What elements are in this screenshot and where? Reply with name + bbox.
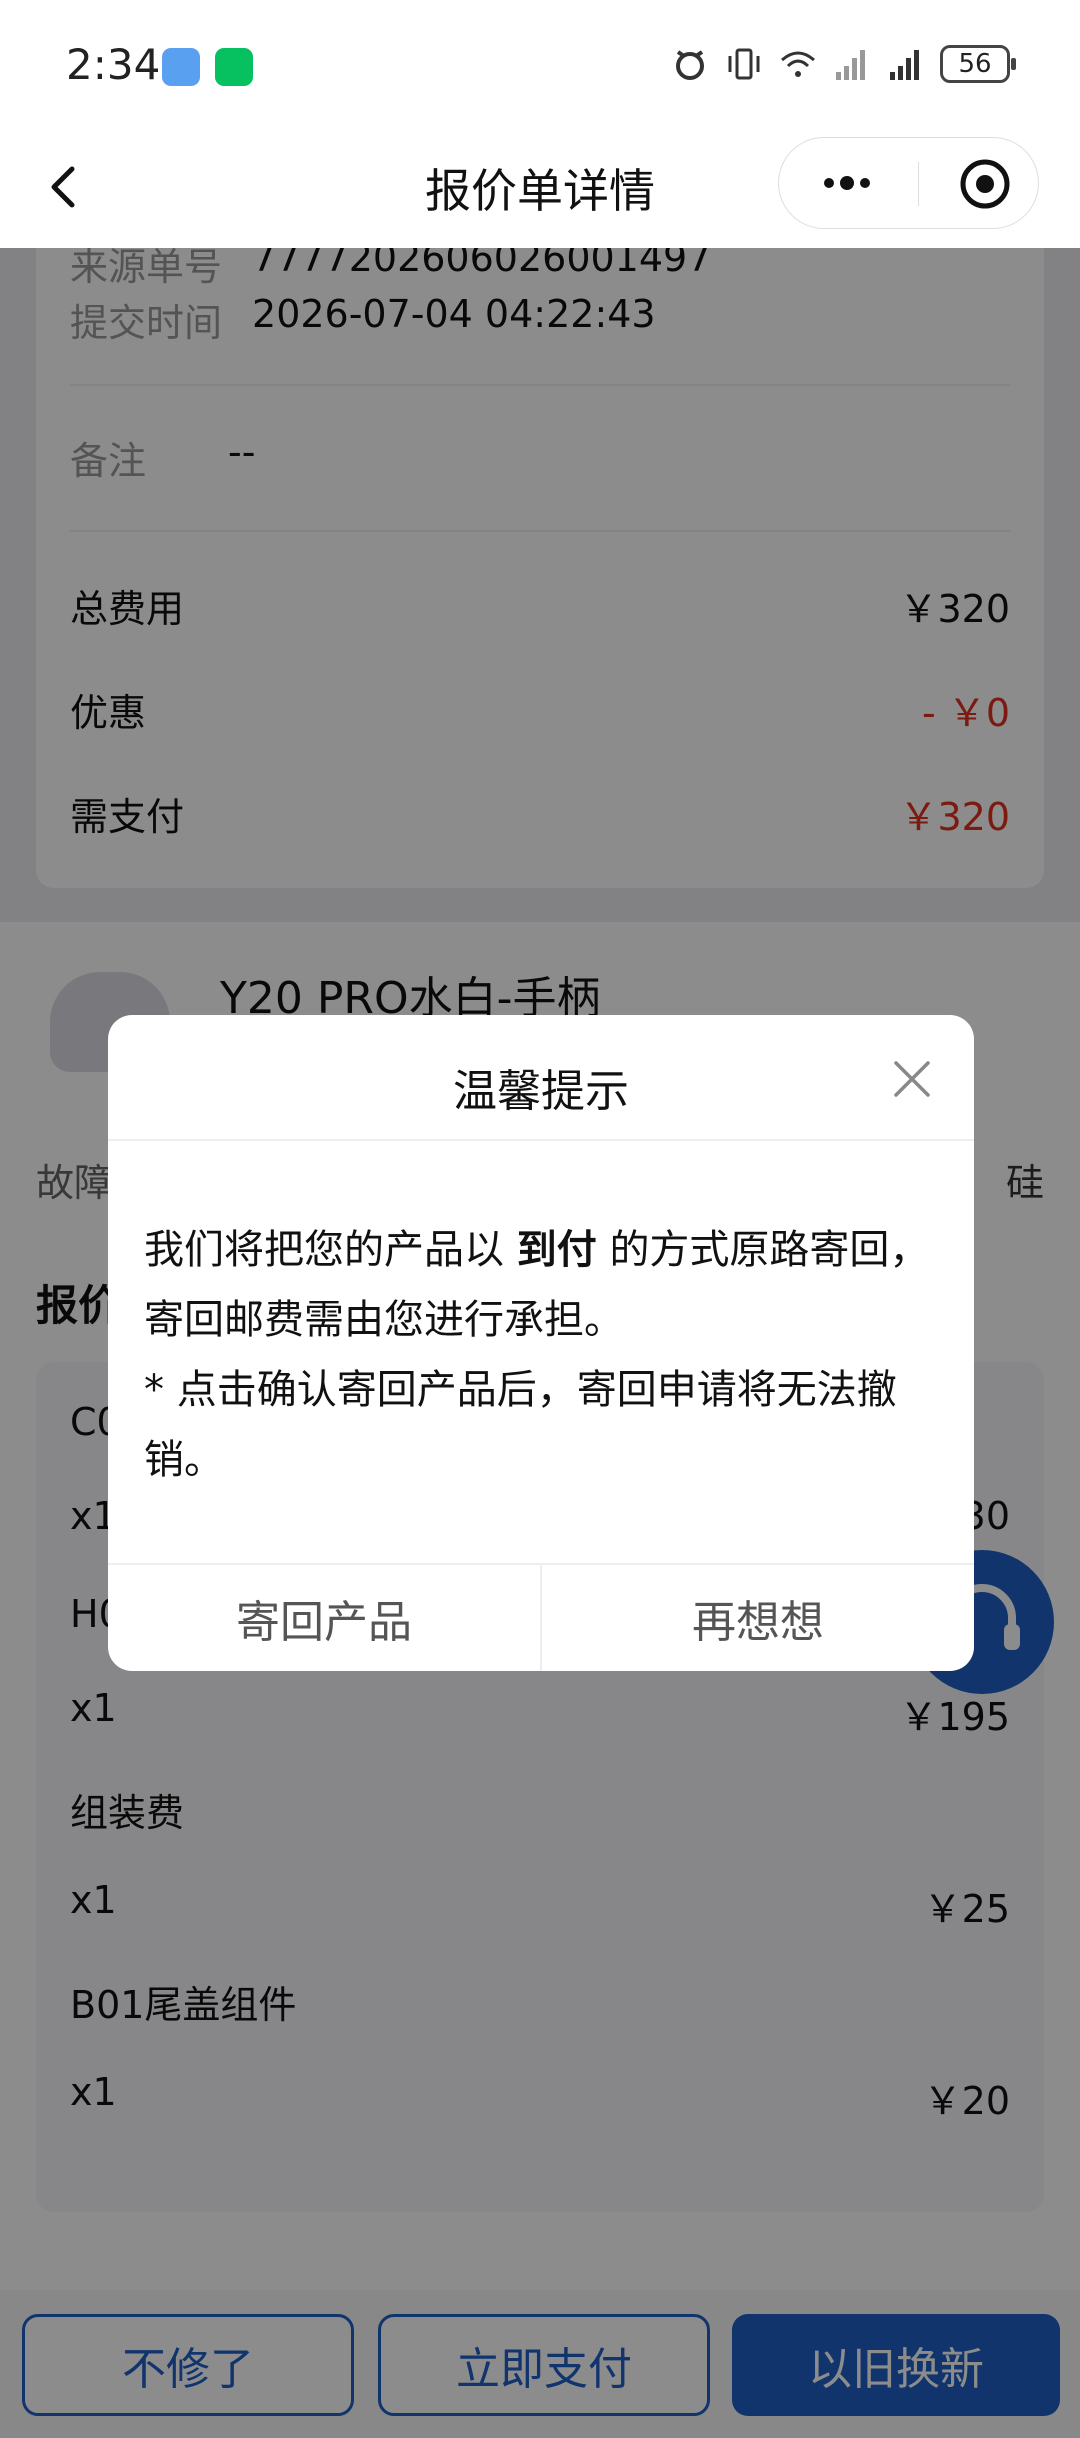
dialog-note: * 点击确认寄回产品后，寄回申请将无法撤销。 <box>144 1367 897 1483</box>
nav-bar: 报价单详情 <box>0 135 1080 248</box>
alarm-icon <box>676 50 704 80</box>
reconsider-button[interactable]: 再想想 <box>542 1565 974 1671</box>
confirm-return-button[interactable]: 寄回产品 <box>108 1565 540 1671</box>
signal-icon <box>836 50 865 80</box>
dialog-text-bold: 到付 <box>516 1227 597 1273</box>
dialog-message: 我们将把您的产品以 到付 的方式原路寄回，寄回邮费需由您进行承担。 * 点击确认… <box>144 1215 938 1495</box>
status-time: 2:34 <box>66 40 161 89</box>
dialog-title: 温馨提示 <box>453 1066 629 1117</box>
notification-app-icon <box>162 48 200 86</box>
signal-4g-icon <box>890 50 919 80</box>
status-bar: 2:34 56 <box>0 0 1080 135</box>
more-icon[interactable] <box>817 158 877 208</box>
status-icons: 56 <box>670 44 1016 84</box>
miniprogram-capsule <box>778 137 1039 229</box>
battery-indicator: 56 <box>940 45 1016 83</box>
wechat-icon <box>215 48 253 86</box>
tip-dialog: 温馨提示 我们将把您的产品以 到付 的方式原路寄回，寄回邮费需由您进行承担。 *… <box>108 1015 974 1671</box>
vibrate-icon <box>728 48 760 80</box>
wifi-icon <box>781 51 815 77</box>
dialog-text-part1: 我们将把您的产品以 <box>144 1227 504 1273</box>
close-icon[interactable] <box>890 1057 934 1101</box>
close-miniprogram-icon[interactable] <box>959 158 1011 210</box>
